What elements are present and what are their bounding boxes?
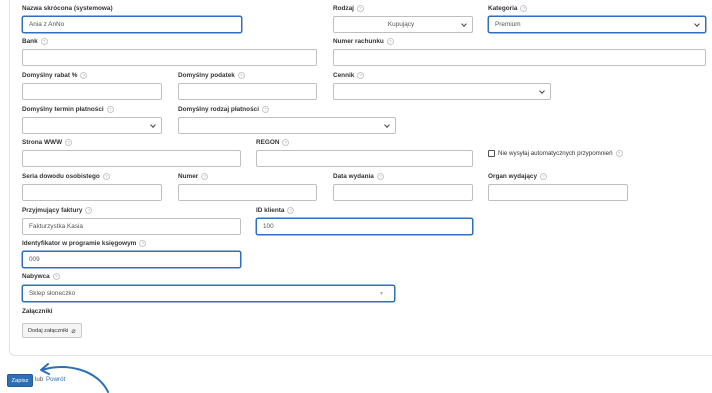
price-list-label: Cennik? bbox=[333, 72, 365, 79]
buyer-select[interactable]: Sklep słoneczko ▼ bbox=[22, 285, 395, 302]
price-list-select[interactable] bbox=[333, 83, 551, 100]
help-icon[interactable]: ? bbox=[261, 106, 269, 113]
help-icon[interactable]: ? bbox=[540, 173, 548, 180]
issue-date-input[interactable] bbox=[333, 184, 473, 201]
short-name-input[interactable]: Ania z AnNo bbox=[22, 16, 242, 33]
help-icon[interactable]: ? bbox=[102, 173, 110, 180]
help-icon[interactable]: ? bbox=[287, 207, 295, 214]
issue-date-label: Data wydania? bbox=[333, 173, 384, 180]
regon-input[interactable] bbox=[256, 150, 473, 167]
annotation-arrow-icon bbox=[40, 363, 109, 393]
invoice-receiver-input[interactable]: Fakturzystka Kasia bbox=[22, 218, 241, 235]
regon-label: REGON? bbox=[256, 139, 290, 146]
help-icon[interactable]: ? bbox=[237, 72, 245, 79]
type-label: Rodzaj? bbox=[333, 5, 364, 12]
checkbox-box[interactable] bbox=[488, 150, 495, 157]
payment-method-label: Domyślny rodzaj płatności? bbox=[178, 106, 269, 113]
id-series-label: Seria dowodu osobistego? bbox=[22, 173, 110, 180]
website-label: Strona WWW? bbox=[22, 139, 73, 146]
help-icon[interactable]: ? bbox=[356, 5, 364, 12]
help-icon[interactable]: ? bbox=[282, 139, 290, 146]
help-icon[interactable]: ? bbox=[201, 173, 209, 180]
category-label: Kategoria? bbox=[488, 5, 528, 12]
account-number-label: Numer rachunku? bbox=[333, 38, 394, 45]
default-tax-input[interactable] bbox=[178, 83, 317, 100]
id-number-input[interactable] bbox=[178, 184, 317, 201]
issuing-authority-label: Organ wydający? bbox=[488, 173, 548, 180]
category-select[interactable]: Premium bbox=[488, 16, 706, 33]
payment-method-select[interactable] bbox=[178, 117, 396, 134]
chevron-down-icon bbox=[150, 121, 156, 128]
help-icon[interactable]: ? bbox=[615, 150, 623, 157]
chevron-down-icon bbox=[384, 121, 390, 128]
chevron-down-icon bbox=[461, 20, 467, 27]
bank-label: Bank? bbox=[22, 38, 48, 45]
help-icon[interactable]: ? bbox=[520, 5, 528, 12]
client-id-input[interactable]: 100 bbox=[256, 218, 473, 235]
help-icon[interactable]: ? bbox=[85, 207, 93, 214]
payment-term-select[interactable] bbox=[22, 117, 162, 134]
help-icon[interactable]: ? bbox=[80, 72, 88, 79]
type-select[interactable]: Kupujący bbox=[333, 16, 473, 33]
help-icon[interactable]: ? bbox=[386, 38, 394, 45]
short-name-label: Nazwa skrócona (systemowa) bbox=[22, 5, 113, 12]
invoice-receiver-label: Przyjmujący faktury? bbox=[22, 207, 93, 214]
no-reminders-checkbox[interactable]: Nie wysyłaj automatycznych przypomnień? bbox=[488, 150, 623, 157]
help-icon[interactable]: ? bbox=[376, 173, 384, 180]
help-icon[interactable]: ? bbox=[357, 72, 365, 79]
id-series-input[interactable] bbox=[22, 184, 162, 201]
buyer-label: Nabywca? bbox=[22, 273, 60, 280]
default-discount-input[interactable] bbox=[22, 83, 162, 100]
website-input[interactable] bbox=[22, 150, 241, 167]
chevron-down-icon bbox=[539, 87, 545, 94]
id-number-label: Numer? bbox=[178, 173, 209, 180]
accounting-id-input[interactable]: 009 bbox=[22, 251, 241, 268]
default-discount-label: Domyślny rabat %? bbox=[22, 72, 88, 79]
account-number-input[interactable] bbox=[333, 49, 706, 66]
issuing-authority-input[interactable] bbox=[488, 184, 628, 201]
chevron-down-icon bbox=[694, 20, 700, 27]
help-icon[interactable]: ? bbox=[52, 273, 60, 280]
bank-input[interactable] bbox=[22, 49, 317, 66]
default-tax-label: Domyślny podatek? bbox=[178, 72, 245, 79]
dropdown-arrow-icon: ▼ bbox=[379, 290, 384, 297]
help-icon[interactable]: ? bbox=[65, 139, 73, 146]
help-icon[interactable]: ? bbox=[139, 240, 147, 247]
accounting-id-label: Identyfikator w programie księgowym? bbox=[22, 240, 147, 247]
help-icon[interactable]: ? bbox=[40, 38, 48, 45]
attachments-label: Załączniki bbox=[22, 308, 53, 315]
client-id-label: ID klienta? bbox=[256, 207, 295, 214]
add-attachments-button[interactable]: Dodaj załączniki ⌀ bbox=[22, 323, 82, 338]
no-reminders-label: Nie wysyłaj automatycznych przypomnień bbox=[498, 150, 613, 157]
payment-term-label: Domyślny termin płatności? bbox=[22, 106, 114, 113]
help-icon[interactable]: ? bbox=[106, 106, 114, 113]
paperclip-icon: ⌀ bbox=[71, 327, 76, 335]
